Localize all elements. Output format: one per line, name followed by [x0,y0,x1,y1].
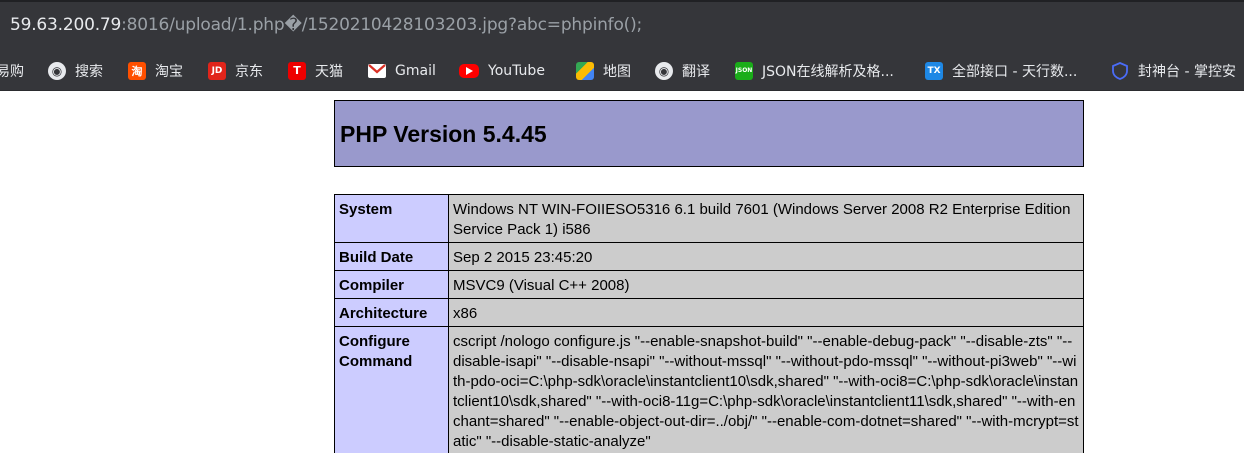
shield-icon [1111,61,1129,80]
globe-icon: ◉ [655,61,673,80]
phpinfo-table: System Windows NT WIN-FOIIESO5316 6.1 bu… [334,194,1084,453]
row-value: Sep 2 2015 23:45:20 [448,242,1084,271]
bookmark-label: Gmail [395,62,436,79]
maps-icon [576,61,594,80]
bookmark-tmall[interactable]: T 天猫 [288,51,343,90]
tab-strip-edge [0,0,1244,2]
table-row: Architecture x86 [334,298,1084,327]
browser-address-bar[interactable]: 59.63.200.79:8016/upload/1.php�/15202104… [0,0,1244,51]
php-version-header: PHP Version 5.4.45 [334,100,1084,167]
gmail-icon [368,62,386,80]
table-row: Configure Command cscript /nologo config… [334,326,1084,453]
bookmark-label: 地图 [603,63,631,80]
row-key: System [334,194,449,243]
bookmark-label: 易购 [0,63,24,80]
row-key: Configure Command [334,326,449,453]
jd-icon: JD [208,61,226,80]
bookmark-label: 全部接口 - 天行数... [952,63,1078,80]
tmall-icon: T [288,61,306,80]
bookmark-search[interactable]: ◉ 搜索 [48,51,103,90]
bookmark-maps[interactable]: 地图 [576,51,631,90]
globe-icon: ◉ [48,61,66,80]
url-host: 59.63.200.79 [10,15,122,35]
row-value: cscript /nologo configure.js "--enable-s… [448,326,1084,453]
bookmark-label: YouTube [488,62,545,79]
bookmark-label: 封神台 - 掌控安 [1138,63,1236,80]
bookmark-youtube[interactable]: YouTube [459,51,545,90]
bookmark-yigou[interactable]: 易购 [0,51,24,90]
bookmark-json[interactable]: JSON JSON在线解析及格... [735,51,894,90]
bookmark-translate[interactable]: ◉ 翻译 [655,51,710,90]
tianxing-icon: TX [925,61,943,80]
row-key: Compiler [334,270,449,299]
row-key: Architecture [334,298,449,327]
bookmark-label: 京东 [235,63,263,80]
bookmark-fengshentai[interactable]: 封神台 - 掌控安 [1111,51,1236,90]
bookmark-label: JSON在线解析及格... [762,63,894,80]
bookmark-taobao[interactable]: 淘 淘宝 [128,51,183,90]
bookmark-jd[interactable]: JD 京东 [208,51,263,90]
bookmark-label: 翻译 [682,63,710,80]
row-key: Build Date [334,242,449,271]
bookmark-label: 淘宝 [155,63,183,80]
url-path: :8016/upload/1.php�/1520210428103203.jpg… [121,15,643,35]
table-row: Compiler MSVC9 (Visual C++ 2008) [334,270,1084,299]
bookmark-label: 搜索 [75,63,103,80]
url-field[interactable]: 59.63.200.79:8016/upload/1.php�/15202104… [10,12,642,39]
php-version-title: PHP Version 5.4.45 [340,121,547,147]
page-viewport[interactable]: PHP Version 5.4.45 System Windows NT WIN… [0,91,1244,453]
bookmark-gmail[interactable]: Gmail [368,51,436,90]
youtube-icon [459,63,479,78]
bookmarks-bar: 易购 ◉ 搜索 淘 淘宝 JD 京东 T 天猫 Gmail YouTube 地图… [0,51,1244,91]
bookmark-tianxing[interactable]: TX 全部接口 - 天行数... [925,51,1077,90]
bookmark-label: 天猫 [315,63,343,80]
row-value: x86 [448,298,1084,327]
table-row: Build Date Sep 2 2015 23:45:20 [334,242,1084,271]
taobao-icon: 淘 [128,61,146,80]
table-row: System Windows NT WIN-FOIIESO5316 6.1 bu… [334,194,1084,243]
row-value: MSVC9 (Visual C++ 2008) [448,270,1084,299]
json-icon: JSON [735,61,753,80]
row-value: Windows NT WIN-FOIIESO5316 6.1 build 760… [448,194,1084,243]
